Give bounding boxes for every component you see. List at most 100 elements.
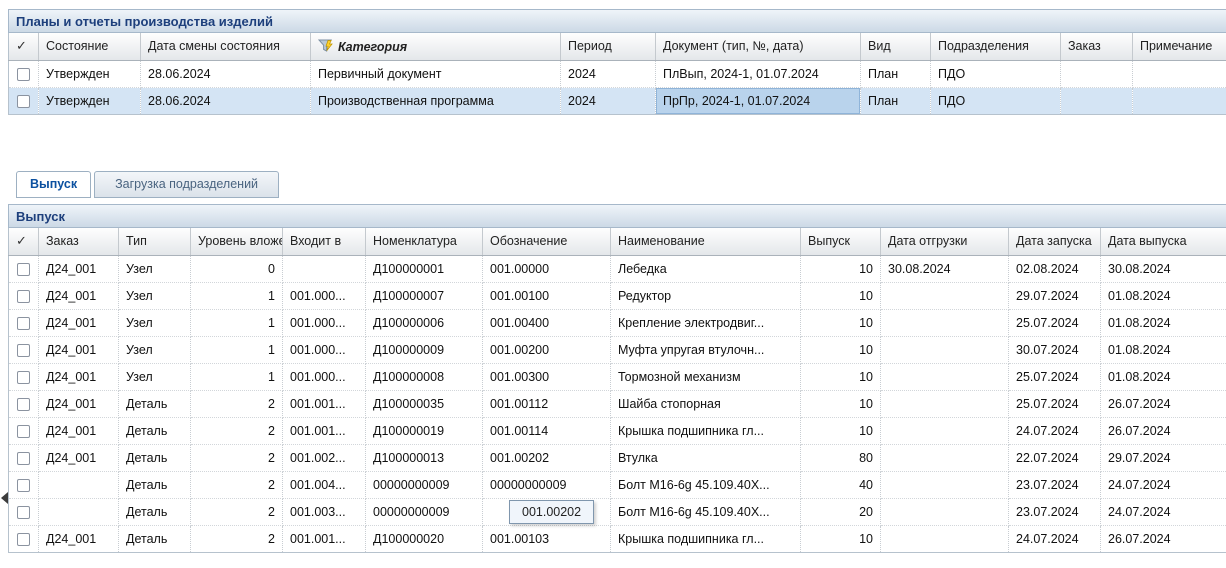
- cell[interactable]: [881, 471, 1009, 498]
- cell[interactable]: 29.07.2024: [1101, 444, 1226, 471]
- cell[interactable]: 2: [191, 525, 283, 552]
- tab-zagruzka-podrazdelenij[interactable]: Загрузка подразделений: [94, 171, 279, 198]
- cell[interactable]: 1: [191, 282, 283, 309]
- cell[interactable]: 22.07.2024: [1009, 444, 1101, 471]
- column-header-4[interactable]: Входит в: [283, 228, 366, 255]
- cell[interactable]: Деталь: [119, 417, 191, 444]
- cell[interactable]: 001.00114: [483, 417, 611, 444]
- column-header-3[interactable]: Уровень вложенности: [191, 228, 283, 255]
- cell[interactable]: 40: [801, 471, 881, 498]
- column-header-7[interactable]: Наименование: [611, 228, 801, 255]
- cell[interactable]: Д100000009: [366, 336, 483, 363]
- cell[interactable]: [881, 498, 1009, 525]
- cell[interactable]: 001.002...: [283, 444, 366, 471]
- cell[interactable]: 001.00300: [483, 363, 611, 390]
- column-header-9[interactable]: Дата отгрузки: [881, 228, 1009, 255]
- cell[interactable]: 2024: [561, 87, 656, 114]
- cell[interactable]: 2: [191, 498, 283, 525]
- cell[interactable]: 30.08.2024: [881, 255, 1009, 282]
- cell[interactable]: 001.000...: [283, 282, 366, 309]
- row-checkbox[interactable]: [17, 506, 30, 519]
- table-row[interactable]: Д24_001Узел1001.000...Д100000007001.0010…: [9, 282, 1226, 309]
- row-checkbox[interactable]: [17, 398, 30, 411]
- cell[interactable]: 23.07.2024: [1009, 471, 1101, 498]
- cell[interactable]: 001.00000: [483, 255, 611, 282]
- cell[interactable]: [1061, 60, 1133, 87]
- row-checkbox[interactable]: [17, 68, 30, 81]
- cell[interactable]: Утвержден: [39, 60, 141, 87]
- cell[interactable]: [881, 282, 1009, 309]
- cell[interactable]: Утвержден: [39, 87, 141, 114]
- cell[interactable]: Тормозной механизм: [611, 363, 801, 390]
- cell[interactable]: Муфта упругая втулочн...: [611, 336, 801, 363]
- cell[interactable]: 10: [801, 525, 881, 552]
- cell[interactable]: 28.06.2024: [141, 60, 311, 87]
- cell[interactable]: 29.07.2024: [1009, 282, 1101, 309]
- cell[interactable]: Редуктор: [611, 282, 801, 309]
- cell[interactable]: 001.001...: [283, 390, 366, 417]
- cell[interactable]: Д24_001: [39, 255, 119, 282]
- table-row[interactable]: Д24_001Узел1001.000...Д100000008001.0030…: [9, 363, 1226, 390]
- column-header-8[interactable]: Заказ: [1061, 33, 1133, 60]
- cell[interactable]: 01.08.2024: [1101, 282, 1226, 309]
- row-checkbox[interactable]: [17, 425, 30, 438]
- column-header-11[interactable]: Дата выпуска: [1101, 228, 1226, 255]
- row-checkbox[interactable]: [17, 533, 30, 546]
- table-row[interactable]: Утвержден28.06.2024Первичный документ202…: [9, 60, 1226, 87]
- row-checkbox[interactable]: [17, 95, 30, 108]
- column-header-2[interactable]: Дата смены состояния: [141, 33, 311, 60]
- cell[interactable]: 1: [191, 309, 283, 336]
- cell[interactable]: План: [861, 87, 931, 114]
- cell[interactable]: [881, 525, 1009, 552]
- cell[interactable]: 001.00100: [483, 282, 611, 309]
- cell[interactable]: Деталь: [119, 525, 191, 552]
- cell[interactable]: [881, 417, 1009, 444]
- tab-vypusk[interactable]: Выпуск: [16, 171, 91, 198]
- cell[interactable]: 001.00400: [483, 309, 611, 336]
- column-header-8[interactable]: Выпуск: [801, 228, 881, 255]
- cell[interactable]: Д24_001: [39, 363, 119, 390]
- table-row[interactable]: Д24_001Деталь2001.001...Д100000019001.00…: [9, 417, 1226, 444]
- table-row[interactable]: Утвержден28.06.2024Производственная прог…: [9, 87, 1226, 114]
- cell[interactable]: 001.00200: [483, 336, 611, 363]
- cell[interactable]: Д100000013: [366, 444, 483, 471]
- cell[interactable]: ПрПр, 2024-1, 01.07.2024: [656, 87, 861, 114]
- table-row[interactable]: Д24_001Узел0Д100000001001.00000Лебедка10…: [9, 255, 1226, 282]
- cell[interactable]: Крышка подшипника гл...: [611, 417, 801, 444]
- cell[interactable]: 001.004...: [283, 471, 366, 498]
- select-all-column-header[interactable]: ✓: [9, 228, 39, 255]
- row-checkbox[interactable]: [17, 263, 30, 276]
- row-checkbox[interactable]: [17, 479, 30, 492]
- column-header-1[interactable]: Состояние: [39, 33, 141, 60]
- cell[interactable]: Втулка: [611, 444, 801, 471]
- column-header-4[interactable]: Период: [561, 33, 656, 60]
- cell[interactable]: Д100000007: [366, 282, 483, 309]
- cell[interactable]: Д100000008: [366, 363, 483, 390]
- cell[interactable]: 10: [801, 336, 881, 363]
- column-header-9[interactable]: Примечание: [1133, 33, 1226, 60]
- cell[interactable]: [1133, 87, 1226, 114]
- cell[interactable]: 001.000...: [283, 309, 366, 336]
- cell[interactable]: Шайба стопорная: [611, 390, 801, 417]
- cell[interactable]: Деталь: [119, 498, 191, 525]
- column-header-3[interactable]: Категория: [311, 33, 561, 60]
- cell[interactable]: 24.07.2024: [1009, 417, 1101, 444]
- cell[interactable]: 30.07.2024: [1009, 336, 1101, 363]
- column-header-6[interactable]: Вид: [861, 33, 931, 60]
- row-checkbox[interactable]: [17, 452, 30, 465]
- cell[interactable]: 001.000...: [283, 363, 366, 390]
- column-header-7[interactable]: Подразделения: [931, 33, 1061, 60]
- table-row[interactable]: Д24_001Деталь2001.001...Д100000020001.00…: [9, 525, 1226, 552]
- row-checkbox[interactable]: [17, 290, 30, 303]
- cell[interactable]: ПлВып, 2024-1, 01.07.2024: [656, 60, 861, 87]
- cell[interactable]: [881, 444, 1009, 471]
- cell[interactable]: ПДО: [931, 60, 1061, 87]
- cell[interactable]: [1061, 87, 1133, 114]
- select-all-column-header[interactable]: ✓: [9, 33, 39, 60]
- cell[interactable]: Деталь: [119, 390, 191, 417]
- cell[interactable]: Д24_001: [39, 444, 119, 471]
- cell[interactable]: 28.06.2024: [141, 87, 311, 114]
- cell[interactable]: [881, 390, 1009, 417]
- cell[interactable]: Д24_001: [39, 282, 119, 309]
- cell[interactable]: 00000000009: [366, 498, 483, 525]
